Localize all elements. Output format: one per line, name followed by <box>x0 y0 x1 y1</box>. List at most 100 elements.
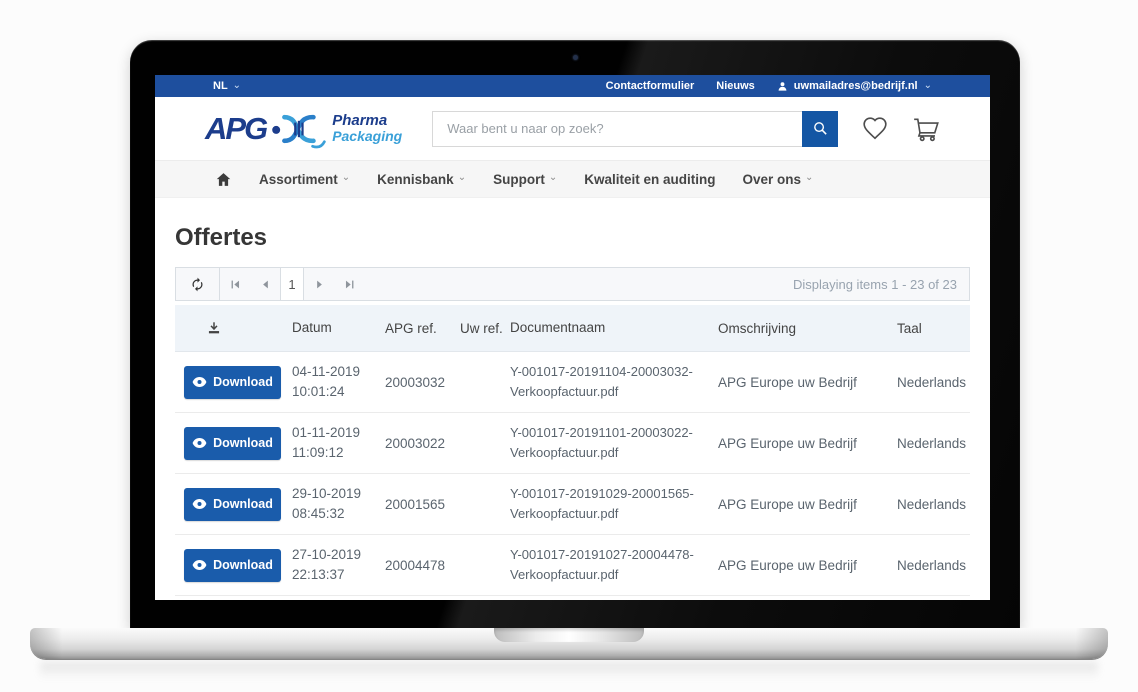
laptop-lid-notch <box>494 628 644 642</box>
cell-datum: 01-11-201911:09:12 <box>292 423 385 464</box>
search-input[interactable] <box>432 111 802 147</box>
language-label: NL <box>213 80 228 92</box>
download-column-icon <box>207 321 221 335</box>
laptop-bezel: NL ⌄ Contactformulier Nieuws uwmailadres… <box>130 40 1020 628</box>
cell-omschrijving: APG Europe uw Bedrijf <box>718 558 897 573</box>
table-row: Download 29-10-201908:45:32 20001565 Y-0… <box>175 474 970 535</box>
eye-icon <box>192 377 207 387</box>
cell-taal: Nederlands <box>897 497 970 512</box>
table-row: Download 27-10-201922:13:37 20004478 Y-0… <box>175 535 970 596</box>
download-button[interactable]: Download <box>184 427 281 460</box>
cell-documentnaam: Y-001017-20191101-20003022-Verkoopfactuu… <box>510 423 718 463</box>
cell-date: 04-11-2019 <box>292 362 385 382</box>
cell-time: 11:09:12 <box>292 443 385 463</box>
heart-icon <box>862 117 888 140</box>
column-header-uw-ref[interactable]: Uw ref. <box>460 321 510 336</box>
account-email: uwmailadres@bedrijf.nl <box>794 80 918 92</box>
table-row: Download 04-11-201910:01:24 20003032 Y-0… <box>175 352 970 413</box>
cell-taal: Nederlands <box>897 558 970 573</box>
next-page-button[interactable] <box>304 268 334 300</box>
news-link[interactable]: Nieuws <box>716 80 755 92</box>
refresh-icon <box>190 277 205 292</box>
cart-button[interactable] <box>912 116 941 142</box>
table-header: Datum APG ref. Uw ref. Documentnaam Omsc… <box>175 305 970 352</box>
search-icon <box>812 120 829 137</box>
eye-icon <box>192 438 207 448</box>
cell-time: 10:01:24 <box>292 382 385 402</box>
cell-date: 27-10-2019 <box>292 545 385 565</box>
browser-viewport: NL ⌄ Contactformulier Nieuws uwmailadres… <box>155 75 990 600</box>
table-row: Download 01-11-201911:09:12 20003022 Y-0… <box>175 413 970 474</box>
site-header: APG Pharma P <box>155 97 990 160</box>
logo-tagline-1: Pharma <box>332 113 402 129</box>
nav-item-kwaliteit[interactable]: Kwaliteit en auditing <box>584 172 715 187</box>
laptop-base <box>30 628 1108 659</box>
page-content: Offertes <box>155 198 990 600</box>
column-header-datum[interactable]: Datum <box>292 318 385 338</box>
prev-page-button[interactable] <box>250 268 280 300</box>
laptop-mockup: NL ⌄ Contactformulier Nieuws uwmailadres… <box>0 0 1138 692</box>
nav-item-support[interactable]: Support ⌄ <box>493 172 557 187</box>
main-nav: Assortiment ⌄ Kennisbank ⌄ Support ⌄ Kwa… <box>155 160 990 198</box>
chevron-down-icon: ⌄ <box>924 81 932 91</box>
chevron-down-icon: ⌄ <box>549 173 557 183</box>
wishlist-button[interactable] <box>862 117 888 140</box>
cell-date: 01-11-2019 <box>292 423 385 443</box>
webcam <box>573 55 578 60</box>
column-header-documentnaam[interactable]: Documentnaam <box>510 318 718 339</box>
nav-item-assortiment[interactable]: Assortiment ⌄ <box>259 172 350 187</box>
last-page-button[interactable] <box>334 268 364 300</box>
download-button-label: Download <box>213 375 273 389</box>
eye-icon <box>192 560 207 570</box>
nav-item-label: Over ons <box>742 172 801 187</box>
search-bar <box>432 111 838 147</box>
shopping-cart-icon <box>912 116 941 142</box>
chevron-down-icon: ⌄ <box>342 173 350 183</box>
nav-item-kennisbank[interactable]: Kennisbank ⌄ <box>377 172 466 187</box>
prev-page-icon <box>260 279 271 290</box>
current-page-indicator[interactable]: 1 <box>280 268 304 300</box>
cell-apg-ref: 20001565 <box>385 497 460 512</box>
laptop-reflection <box>40 662 1098 682</box>
contact-form-link[interactable]: Contactformulier <box>606 80 695 92</box>
eye-icon <box>192 499 207 509</box>
search-button[interactable] <box>802 111 838 147</box>
column-header-omschrijving[interactable]: Omschrijving <box>718 321 897 336</box>
chevron-down-icon: ⌄ <box>805 173 813 183</box>
download-button[interactable]: Download <box>184 488 281 521</box>
nav-item-over-ons[interactable]: Over ons ⌄ <box>742 172 813 187</box>
column-header-apg-ref[interactable]: APG ref. <box>385 321 460 336</box>
refresh-button[interactable] <box>176 268 220 300</box>
grid-toolbar: 1 Displaying items 1 - 23 of 23 <box>175 267 970 301</box>
last-page-icon <box>344 279 355 290</box>
cell-apg-ref: 20003022 <box>385 436 460 451</box>
page-title: Offertes <box>175 224 970 252</box>
chevron-down-icon: ⌄ <box>458 173 466 183</box>
nav-item-label: Support <box>493 172 545 187</box>
account-menu[interactable]: uwmailadres@bedrijf.nl ⌄ <box>777 80 932 92</box>
cell-documentnaam: Y-001017-20191027-20004478-Verkoopfactuu… <box>510 545 718 585</box>
logo-acronym: APG <box>205 113 266 144</box>
nav-home-button[interactable] <box>215 171 232 188</box>
chevron-down-icon: ⌄ <box>233 81 241 91</box>
download-button[interactable]: Download <box>184 549 281 582</box>
nav-item-label: Assortiment <box>259 172 338 187</box>
first-page-icon <box>230 279 241 290</box>
cell-time: 22:13:37 <box>292 565 385 585</box>
cell-taal: Nederlands <box>897 375 970 390</box>
cell-time: 08:45:32 <box>292 504 385 524</box>
cell-apg-ref: 20004478 <box>385 558 460 573</box>
first-page-button[interactable] <box>220 268 250 300</box>
paging-status: Displaying items 1 - 23 of 23 <box>793 277 969 292</box>
cell-date: 29-10-2019 <box>292 484 385 504</box>
language-selector[interactable]: NL ⌄ <box>213 80 241 92</box>
cell-documentnaam: Y-001017-20191104-20003032-Verkoopfactuu… <box>510 362 718 402</box>
download-button-label: Download <box>213 497 273 511</box>
dna-helix-icon <box>270 109 326 149</box>
column-header-taal[interactable]: Taal <box>897 321 970 336</box>
download-button-label: Download <box>213 436 273 450</box>
home-icon <box>215 171 232 188</box>
company-logo[interactable]: APG Pharma P <box>205 109 402 149</box>
user-icon <box>777 81 788 92</box>
download-button[interactable]: Download <box>184 366 281 399</box>
